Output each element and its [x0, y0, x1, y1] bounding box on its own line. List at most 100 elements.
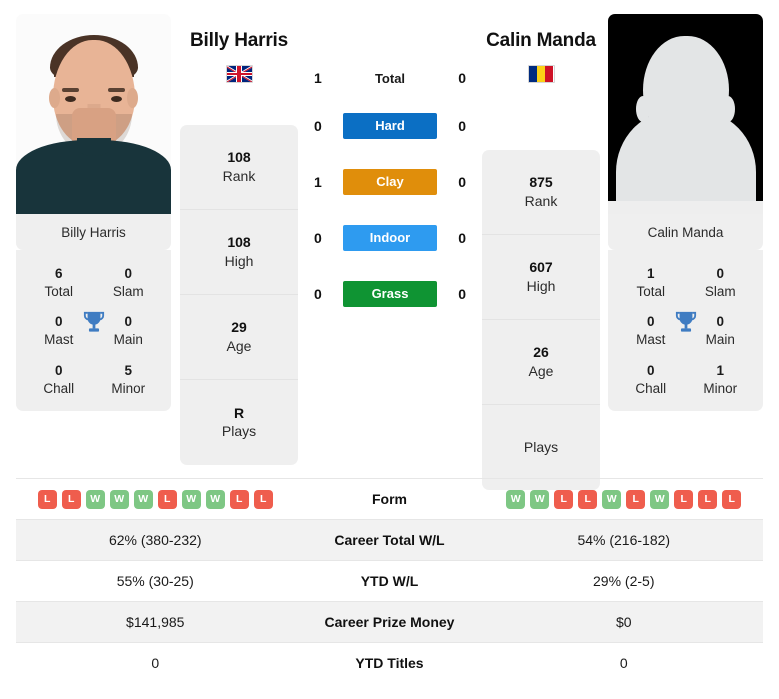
right-player-stat-card: 875 Rank 607 High 26 Age Plays	[482, 150, 600, 490]
stat-high: 108 High	[180, 210, 298, 295]
titles-minor: 1 Minor	[686, 363, 756, 397]
form-badge-loss: L	[229, 489, 249, 509]
titles-minor-value: 1	[716, 362, 724, 378]
player-comparison-page: Billy Harris 6 Total 0 Slam 0 Mast 0 Mai…	[0, 0, 779, 699]
stat-age-label: Age	[528, 362, 554, 379]
gb-flag-icon	[225, 65, 253, 83]
table-row-career-total-wl: 62% (380-232) Career Total W/L 54% (216-…	[16, 519, 763, 560]
left-ytd-titles: 0	[151, 655, 160, 671]
portrait-eye-right	[111, 96, 122, 102]
form-badge-win: W	[602, 489, 622, 509]
titles-slam: 0 Slam	[94, 266, 164, 300]
stat-plays-value: R	[233, 404, 245, 421]
right-career-total-wl: 54% (216-182)	[577, 532, 671, 548]
form-badge-win: W	[133, 489, 153, 509]
silhouette-body	[615, 110, 756, 202]
left-player-photo-caption: Billy Harris	[16, 214, 171, 250]
row-label-ytd-wl: YTD W/L	[360, 573, 419, 589]
table-row-ytd-wl: 55% (30-25) YTD W/L 29% (2-5)	[16, 560, 763, 601]
form-badge-loss: L	[674, 489, 694, 509]
form-badge-loss: L	[157, 489, 177, 509]
row-label-career-prize-money: Career Prize Money	[324, 614, 455, 630]
left-career-total-wl: 62% (380-232)	[108, 532, 202, 548]
right-form-cell: WWLLWLWLLL	[485, 489, 764, 509]
titles-slam-value: 0	[124, 266, 132, 281]
h2h-total-left-score: 1	[314, 70, 322, 86]
stat-age-value: 26	[533, 344, 549, 361]
left-titles-grid: 6 Total 0 Slam 0 Mast 0 Main 0 Chall 5 M…	[16, 254, 171, 397]
right-player-photo	[608, 14, 763, 214]
titles-slam-label: Slam	[112, 283, 144, 299]
stat-plays: R Plays	[180, 380, 298, 465]
form-badge-loss: L	[578, 489, 598, 509]
right-form-badges: WWLLWLWLLL	[485, 489, 764, 509]
h2h-grass-right-score: 0	[458, 286, 466, 302]
trophy-icon	[83, 311, 104, 332]
h2h-clay-right-score: 0	[458, 174, 466, 190]
surface-badge-hard[interactable]: Hard	[343, 113, 437, 139]
h2h-total-right-score: 0	[458, 70, 466, 86]
h2h-clay-row: 1 Clay 0	[300, 154, 480, 210]
titles-total-value: 1	[646, 266, 655, 281]
stat-age: 26 Age	[482, 320, 600, 405]
stat-age-label: Age	[226, 337, 252, 354]
h2h-indoor-left-score: 0	[314, 230, 322, 246]
stat-high-value: 108	[227, 234, 251, 251]
right-career-prize-money: $0	[615, 614, 632, 630]
surface-badge-indoor[interactable]: Indoor	[343, 225, 437, 251]
stat-age: 29 Age	[180, 295, 298, 380]
form-badge-loss: L	[722, 489, 742, 509]
stat-high-label: High	[224, 252, 254, 269]
comparison-header: Billy Harris 6 Total 0 Slam 0 Mast 0 Mai…	[0, 0, 779, 490]
titles-total-value: 6	[54, 266, 63, 281]
surface-badge-clay[interactable]: Clay	[343, 169, 437, 195]
titles-minor-label: Minor	[111, 380, 146, 396]
h2h-clay-left-score: 1	[314, 174, 322, 190]
stat-rank: 108 Rank	[180, 125, 298, 210]
left-player-name[interactable]: Billy Harris	[164, 30, 314, 52]
left-form-badges: LLWWWLWWLL	[16, 489, 295, 509]
titles-slam-label: Slam	[704, 283, 736, 299]
h2h-indoor-row: 0 Indoor 0	[300, 210, 480, 266]
stat-age-value: 29	[231, 319, 247, 336]
h2h-grass-left-score: 0	[314, 286, 322, 302]
right-player-titles-box: 1 Total 0 Slam 0 Mast 0 Main 0 Chall 1 M…	[608, 250, 763, 412]
right-player-header[interactable]: Calin Manda	[466, 30, 616, 83]
right-player-photo-caption: Calin Manda	[608, 214, 763, 250]
titles-minor-value: 5	[124, 362, 132, 378]
portrait-brow-left	[62, 88, 79, 92]
form-badge-loss: L	[554, 489, 574, 509]
player-portrait-illustration	[16, 14, 171, 214]
left-player-stat-card: 108 Rank 108 High 29 Age R Plays	[180, 125, 298, 465]
left-form-cell: LLWWWLWWLL	[16, 489, 295, 509]
form-badge-win: W	[205, 489, 225, 509]
trophy-icon	[675, 311, 696, 332]
stat-rank-value: 108	[227, 149, 251, 166]
titles-total: 6 Total	[24, 266, 94, 300]
titles-total: 1 Total	[616, 266, 686, 300]
surface-badge-grass[interactable]: Grass	[343, 281, 437, 307]
h2h-total-label: Total	[374, 70, 406, 86]
stat-high-label: High	[526, 277, 556, 294]
table-row-career-prize-money: $141,985 Career Prize Money $0	[16, 601, 763, 642]
h2h-indoor-right-score: 0	[458, 230, 466, 246]
form-badge-win: W	[650, 489, 670, 509]
form-badge-win: W	[109, 489, 129, 509]
form-badge-win: W	[85, 489, 105, 509]
titles-slam: 0 Slam	[686, 266, 756, 300]
left-player-header[interactable]: Billy Harris	[164, 30, 314, 83]
h2h-hard-right-score: 0	[458, 118, 466, 134]
stat-rank-label: Rank	[222, 167, 256, 184]
head-to-head-column: 1 Total 0 0 Hard 0 1 Clay 0 0 Indoor 0 0	[300, 58, 480, 322]
row-label-ytd-titles: YTD Titles	[355, 655, 424, 671]
portrait-eye-left	[65, 96, 76, 102]
stat-high-value: 607	[529, 259, 553, 276]
stat-rank-label: Rank	[524, 192, 558, 209]
right-player-name[interactable]: Calin Manda	[466, 30, 616, 52]
silhouette-base	[608, 201, 763, 214]
portrait-shirt	[16, 140, 171, 214]
titles-chall: 0 Chall	[616, 363, 686, 397]
left-ytd-wl: 55% (30-25)	[116, 573, 194, 589]
form-badge-loss: L	[698, 489, 718, 509]
titles-chall-label: Chall	[43, 380, 75, 396]
